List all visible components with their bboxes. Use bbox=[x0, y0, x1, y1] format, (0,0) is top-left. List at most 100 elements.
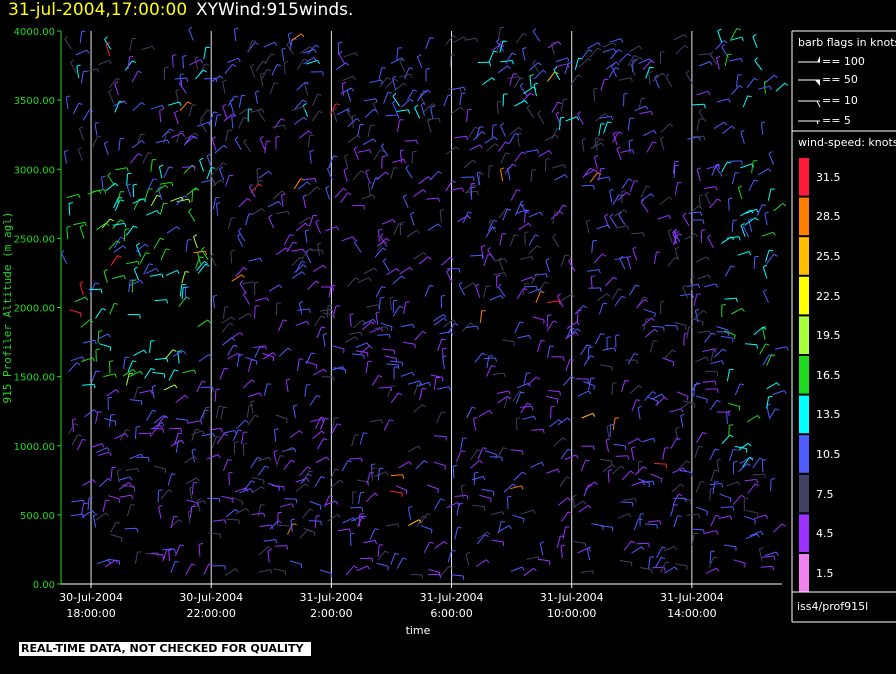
wind-barb-tick bbox=[121, 537, 123, 542]
wind-barb-tick bbox=[394, 553, 400, 555]
wind-barb-tick bbox=[680, 483, 685, 487]
wind-barb-tick bbox=[307, 181, 311, 185]
wind-barb-tick bbox=[460, 450, 466, 452]
wind-barb-tick bbox=[117, 469, 122, 472]
wind-barb-tick bbox=[156, 210, 160, 215]
wind-barb bbox=[505, 52, 513, 64]
wind-barb bbox=[561, 293, 572, 301]
wind-barb-tick bbox=[511, 60, 514, 65]
wind-barb bbox=[68, 362, 77, 373]
wind-barb-tick bbox=[544, 281, 549, 285]
wind-barb-tick bbox=[233, 344, 238, 347]
wind-barb bbox=[274, 545, 287, 547]
wind-barb-tick bbox=[714, 469, 719, 472]
wind-barb bbox=[762, 291, 769, 303]
wind-barb bbox=[278, 524, 291, 527]
wind-barb bbox=[752, 473, 765, 476]
wind-barb-tick bbox=[272, 357, 275, 362]
wind-barb-tick bbox=[308, 470, 313, 473]
wind-barb bbox=[242, 293, 251, 305]
wind-barb bbox=[332, 345, 345, 350]
wind-barb-tick bbox=[427, 176, 432, 180]
wind-barb-tick bbox=[604, 78, 609, 81]
wind-barb-tick bbox=[466, 136, 469, 141]
wind-barb-tick bbox=[709, 61, 713, 66]
wind-barb bbox=[95, 447, 108, 454]
wind-barb-tick bbox=[443, 314, 447, 318]
wind-barb bbox=[75, 49, 88, 56]
wind-barb bbox=[526, 556, 539, 560]
wind-barb bbox=[590, 276, 593, 289]
speed-color-swatch bbox=[799, 435, 809, 473]
wind-barb bbox=[149, 340, 152, 353]
wind-barb bbox=[312, 94, 318, 106]
wind-barb-tick bbox=[306, 478, 310, 483]
wind-barb-tick bbox=[500, 167, 505, 170]
wind-barb-tick bbox=[438, 118, 441, 123]
wind-barb-tick bbox=[451, 180, 456, 183]
wind-barb bbox=[483, 254, 489, 267]
flag-5-label: == 5 bbox=[822, 114, 851, 127]
wind-barb-tick bbox=[557, 41, 562, 45]
wind-barb-tick bbox=[587, 58, 592, 62]
wind-barb-tick bbox=[381, 286, 386, 289]
wind-barb-tick bbox=[498, 283, 502, 288]
wind-barb bbox=[686, 513, 699, 516]
wind-barb bbox=[68, 203, 71, 216]
wind-barb bbox=[403, 301, 407, 314]
wind-barb-tick bbox=[652, 391, 657, 395]
wind-barb bbox=[196, 381, 203, 393]
wind-barb-tick bbox=[491, 77, 496, 81]
wind-barb-tick bbox=[132, 183, 138, 186]
wind-barb-tick bbox=[386, 77, 391, 80]
wind-barb-tick bbox=[568, 257, 572, 262]
x-tick-time: 22:00:00 bbox=[187, 607, 236, 620]
wind-barb bbox=[719, 493, 732, 499]
wind-barb bbox=[496, 390, 509, 394]
wind-barb bbox=[629, 284, 637, 296]
wind-barb-tick bbox=[737, 481, 741, 486]
wind-barb-tick bbox=[251, 40, 256, 42]
wind-barb bbox=[410, 213, 415, 226]
wind-barb bbox=[214, 389, 217, 402]
wind-barb bbox=[322, 334, 326, 347]
wind-barb bbox=[510, 566, 523, 572]
wind-barb-tick bbox=[195, 132, 199, 137]
wind-barb-tick bbox=[587, 378, 589, 384]
wind-barb-tick bbox=[423, 252, 427, 256]
wind-barb bbox=[332, 417, 336, 430]
wind-barb bbox=[152, 371, 165, 375]
wind-barb-tick bbox=[82, 438, 87, 441]
wind-barb-tick bbox=[466, 495, 469, 500]
wind-barb-tick bbox=[101, 307, 106, 311]
wind-barb bbox=[675, 45, 685, 55]
wind-barb bbox=[229, 331, 241, 340]
wind-barb-tick bbox=[323, 264, 327, 269]
wind-barb-tick bbox=[592, 570, 595, 575]
wind-barb bbox=[263, 383, 268, 396]
wind-barb-tick bbox=[374, 267, 378, 272]
wind-barb bbox=[71, 499, 84, 503]
wind-barb-tick bbox=[484, 534, 489, 538]
wind-barb bbox=[133, 387, 139, 400]
wind-barb bbox=[311, 110, 320, 122]
wind-barb bbox=[455, 450, 462, 462]
wind-barb-tick bbox=[604, 113, 609, 117]
wind-barb-tick bbox=[381, 419, 384, 424]
wind-barb-tick bbox=[293, 404, 298, 407]
wind-barb bbox=[369, 528, 376, 540]
wind-barb-tick bbox=[476, 325, 479, 330]
wind-barb-tick bbox=[520, 391, 525, 394]
wind-barb bbox=[514, 204, 521, 216]
wind-barb-tick bbox=[402, 474, 405, 479]
wind-barb bbox=[197, 263, 206, 274]
wind-barb bbox=[224, 63, 233, 75]
wind-barb-tick bbox=[368, 277, 372, 282]
wind-barb bbox=[729, 58, 742, 62]
wind-barb bbox=[469, 460, 480, 469]
wind-barb bbox=[118, 138, 121, 151]
wind-barb-tick bbox=[717, 198, 722, 202]
wind-barb-tick bbox=[96, 68, 100, 73]
wind-barb bbox=[199, 160, 205, 172]
wind-barb bbox=[736, 74, 739, 88]
